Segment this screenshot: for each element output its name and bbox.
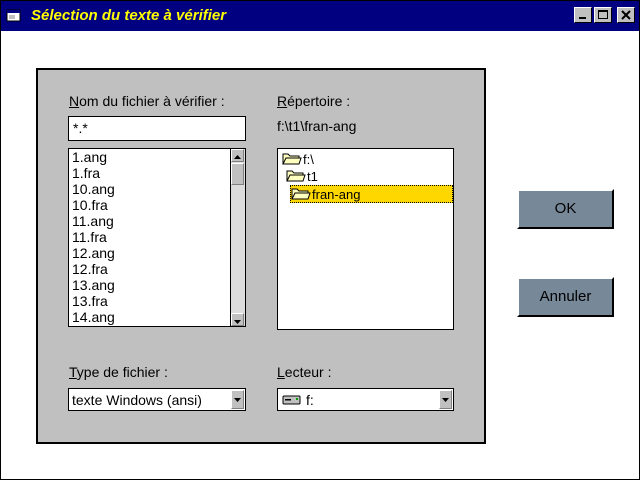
filetype-select[interactable]: texte Windows (ansi) — [68, 388, 246, 411]
minimize-button[interactable] — [574, 7, 592, 23]
file-list-scrollbar[interactable] — [230, 149, 245, 326]
drive-value: f: — [306, 392, 314, 408]
window-icon[interactable] — [6, 8, 22, 24]
close-button[interactable] — [617, 7, 635, 23]
filename-label: Nom du fichier à vérifier : — [69, 93, 225, 109]
file-list-item[interactable]: 1.fra — [69, 165, 245, 181]
file-list-item[interactable]: 11.fra — [69, 229, 245, 245]
arrow-down-icon — [234, 320, 241, 324]
drive-select[interactable]: f: — [277, 388, 454, 411]
arrow-down-icon — [234, 398, 241, 402]
directory-tree[interactable]: f:\ t1 fran-ang — [277, 148, 454, 330]
maximize-button[interactable] — [594, 7, 612, 23]
file-list-item[interactable]: 12.ang — [69, 245, 245, 261]
file-list-item[interactable]: 12.fra — [69, 261, 245, 277]
filetype-value: texte Windows (ansi) — [72, 392, 202, 408]
file-list-item[interactable]: 11.ang — [69, 213, 245, 229]
filename-input[interactable]: *.* — [68, 116, 246, 141]
file-list-item[interactable]: 10.ang — [69, 181, 245, 197]
directory-item-t1[interactable]: t1 — [286, 168, 318, 186]
window-title: Sélection du texte à vérifier — [31, 7, 227, 24]
minimize-icon — [579, 17, 586, 19]
file-list-item[interactable]: 13.ang — [69, 277, 245, 293]
title-bar[interactable]: Sélection du texte à vérifier — [1, 1, 639, 31]
filetype-dropdown-button[interactable] — [231, 390, 244, 409]
file-list[interactable]: 1.ang 1.fra 10.ang 10.fra 11.ang 11.fra 12.ang… — [68, 148, 246, 327]
directory-item-root[interactable]: f:\ — [282, 151, 314, 169]
drive-icon — [282, 393, 302, 409]
cancel-button[interactable]: Annuler — [517, 277, 614, 317]
current-directory: f:\t1\fran-ang — [277, 118, 357, 134]
scroll-thumb[interactable] — [231, 163, 244, 185]
file-list-rows: 1.ang 1.fra 10.ang 10.fra 11.ang 11.fra 12.ang… — [69, 149, 245, 325]
file-list-item[interactable]: 13.fra — [69, 293, 245, 309]
directory-label: Répertoire : — [277, 93, 351, 109]
drive-dropdown-button[interactable] — [439, 390, 452, 409]
directory-item-label: fran-ang — [312, 187, 361, 202]
file-list-item[interactable]: 1.ang — [69, 149, 245, 165]
folder-open-icon — [291, 186, 311, 205]
drive-label: Lecteur : — [277, 364, 332, 380]
file-list-item[interactable]: 10.fra — [69, 197, 245, 213]
filetype-label: Type de fichier : — [69, 364, 168, 380]
directory-item-label: f:\ — [303, 152, 314, 167]
maximize-icon — [598, 10, 608, 19]
dialog-window: Sélection du texte à vérifier Nom du fic… — [0, 0, 640, 480]
directory-item-fran-ang[interactable]: fran-ang — [290, 185, 453, 203]
arrow-up-icon — [234, 155, 241, 159]
file-list-item[interactable]: 14.ang — [69, 309, 245, 325]
arrow-down-icon — [442, 398, 449, 402]
directory-item-label: t1 — [307, 169, 318, 184]
ok-button[interactable]: OK — [517, 189, 614, 229]
scroll-down-button[interactable] — [231, 313, 244, 326]
close-icon — [621, 10, 631, 20]
scroll-up-button[interactable] — [231, 149, 244, 162]
